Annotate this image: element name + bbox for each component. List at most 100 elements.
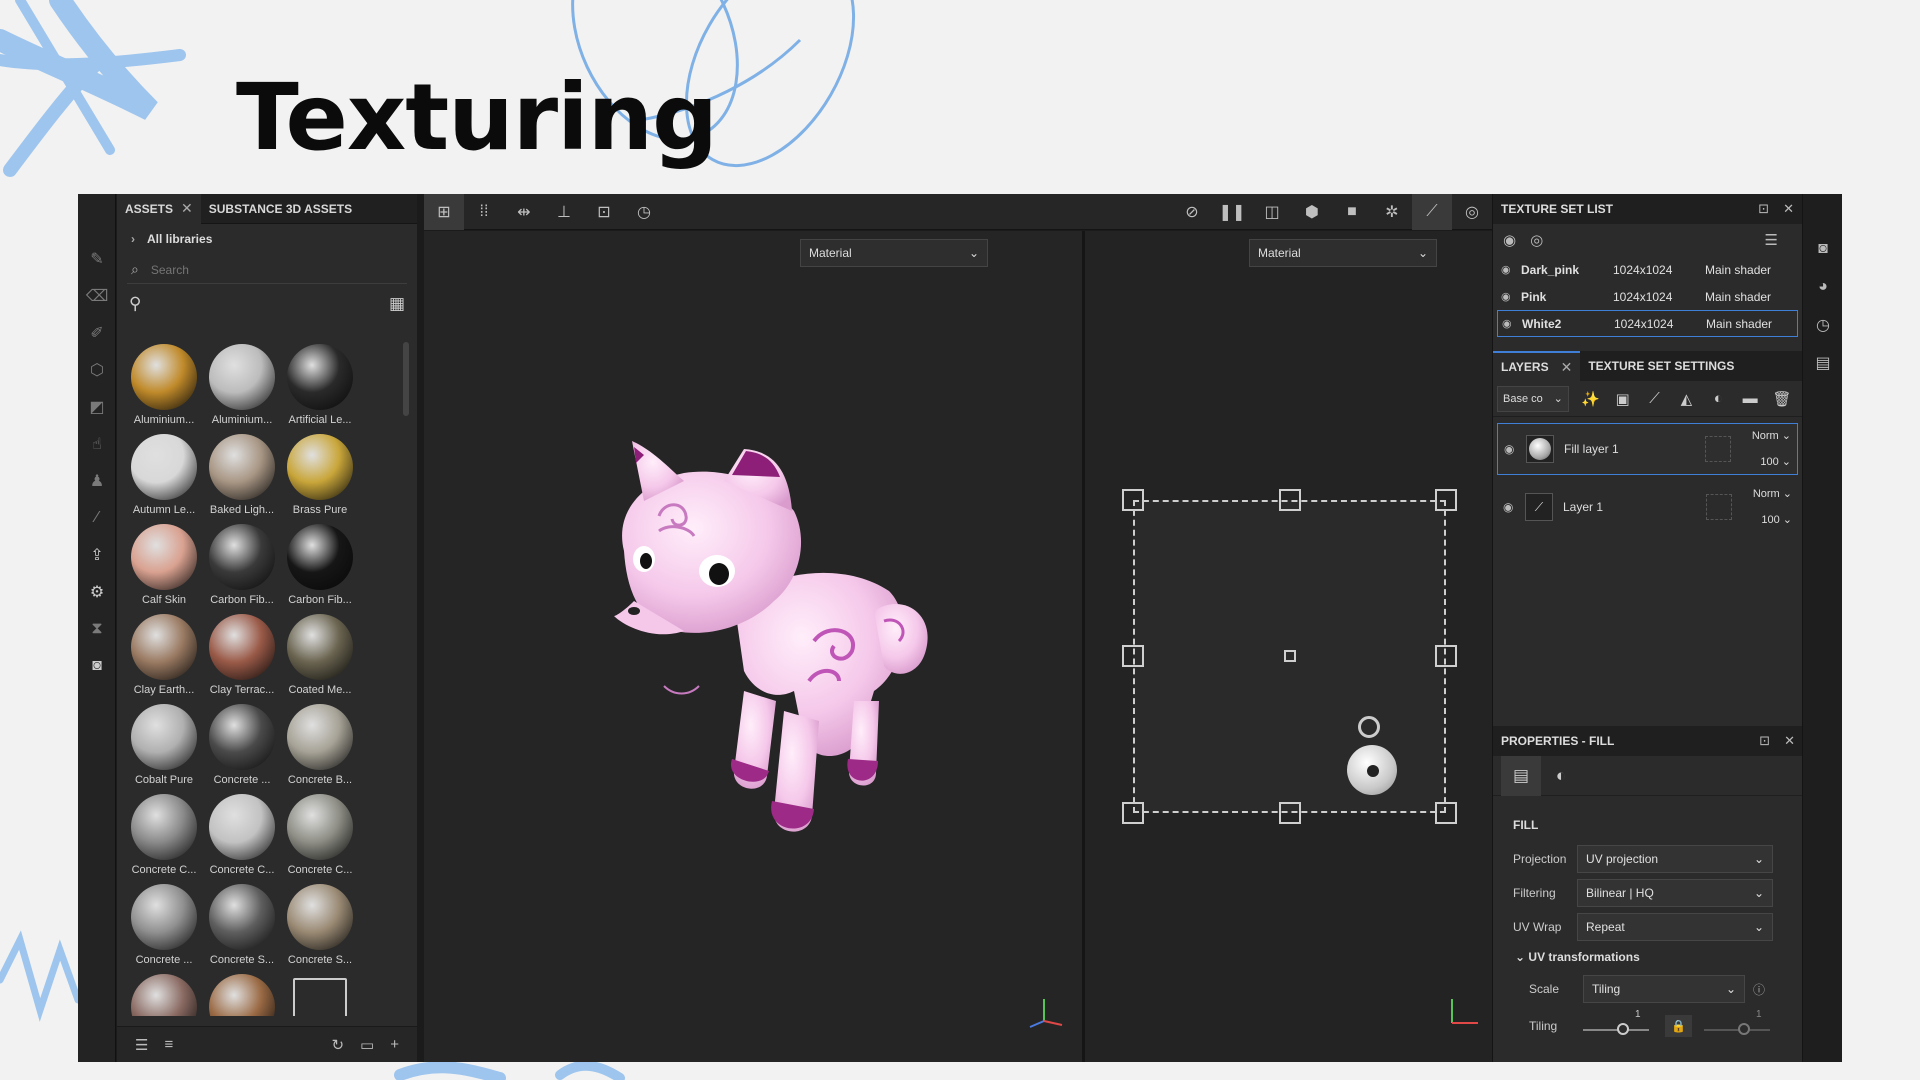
display-settings-icon[interactable]: ◙ (1803, 230, 1842, 268)
log-icon[interactable]: ▤ (1803, 344, 1842, 382)
material-thumbnail[interactable]: Calf Skin (125, 520, 203, 610)
geometry-mask-icon[interactable]: ⬡ (78, 351, 116, 388)
add-paint-layer-icon[interactable]: ⟋ (1639, 390, 1671, 407)
material-thumbnail[interactable]: Artificial Le... (281, 340, 359, 430)
material-thumbnail[interactable] (125, 970, 203, 1016)
light-icon[interactable]: ✲ (1372, 194, 1412, 230)
grid-toggle-icon[interactable]: ⊞ (424, 194, 464, 230)
clone-stamp-icon[interactable]: ♟ (78, 462, 116, 499)
grid-view-icon[interactable]: ▦ (389, 294, 405, 314)
layer-row[interactable]: ◉ ⟋ Layer 1 Norm ⌄ 100 ⌄ (1497, 481, 1798, 533)
close-icon[interactable]: ✕ (1783, 201, 1794, 217)
eye-icon[interactable]: ◉ (1501, 263, 1521, 276)
close-icon[interactable]: ✕ (181, 200, 193, 217)
tab-assets[interactable]: ASSETS ✕ (117, 194, 201, 224)
viewport-3d[interactable]: Material ⌄ (424, 231, 1082, 1062)
maximize-icon[interactable]: ⊡ (1758, 201, 1769, 217)
material-thumbnail[interactable]: Concrete C... (281, 790, 359, 880)
property-dropdown[interactable]: Bilinear | HQ ⌄ (1577, 879, 1773, 907)
search-input[interactable] (150, 262, 371, 277)
refresh-icon[interactable]: ↻ (331, 1036, 344, 1054)
transform-handle[interactable] (1122, 645, 1144, 667)
material-thumbnail[interactable]: Concrete C... (203, 790, 281, 880)
transform-center-handle[interactable] (1284, 650, 1296, 662)
tiling-slider-v[interactable]: 1 (1703, 1009, 1774, 1041)
opacity-select[interactable]: 100 ⌄ (1742, 507, 1792, 533)
material-thumbnail[interactable] (281, 970, 359, 1016)
transform-handle[interactable] (1279, 802, 1301, 824)
add-fill-layer-icon[interactable]: ◭ (1670, 390, 1702, 408)
close-icon[interactable]: ✕ (1784, 733, 1795, 749)
solo-visibility-icon[interactable]: ◉ (1503, 231, 1516, 249)
material-thumbnail[interactable]: Carbon Fib... (281, 520, 359, 610)
material-thumbnail[interactable]: Autumn Le... (125, 430, 203, 520)
history-icon[interactable]: ◷ (624, 194, 664, 230)
paint-brush-icon[interactable]: ✎ (78, 240, 116, 277)
filter-icon[interactable]: ⚲ (129, 294, 141, 314)
material-thumbnail[interactable]: Concrete ... (203, 700, 281, 790)
menu-icon[interactable]: ☰ (1765, 231, 1778, 249)
split-view-icon[interactable]: ◫ (1252, 194, 1292, 230)
material-thumbnail[interactable]: Concrete S... (203, 880, 281, 970)
delete-icon[interactable]: 🗑 (1766, 390, 1798, 408)
fill-properties-icon[interactable]: ▤ (1501, 755, 1541, 796)
align-icon[interactable]: ⊥ (544, 194, 584, 230)
new-folder-icon[interactable]: ▭ (360, 1036, 374, 1054)
scale-dropdown[interactable]: Tiling ⌄ (1583, 975, 1745, 1003)
maximize-icon[interactable]: ⊡ (1759, 733, 1770, 749)
channel-select[interactable]: Base co ⌄ (1497, 385, 1569, 412)
transform-handle[interactable] (1122, 802, 1144, 824)
blend-mode-select[interactable]: Norm ⌄ (1742, 481, 1792, 507)
transform-handle[interactable] (1122, 489, 1144, 511)
eraser-icon[interactable]: ⌫ (78, 277, 116, 314)
material-thumbnail[interactable]: Aluminium... (125, 340, 203, 430)
rotation-handle[interactable] (1358, 716, 1380, 738)
brush-mode-icon[interactable]: ⟋ (1412, 194, 1452, 230)
material-properties-icon[interactable]: ◐ (1541, 756, 1581, 796)
eye-icon[interactable]: ◉ (1503, 500, 1525, 514)
projection-icon[interactable]: ✐ (78, 314, 116, 351)
camera-icon[interactable]: ■ (1332, 194, 1372, 230)
transform-handle[interactable] (1435, 802, 1457, 824)
material-thumbnail[interactable]: Carbon Fib... (203, 520, 281, 610)
eye-icon[interactable]: ◉ (1504, 442, 1526, 456)
close-icon[interactable]: ✕ (1561, 359, 1573, 376)
eye-icon[interactable]: ◉ (1502, 317, 1522, 330)
viewport-2d[interactable]: Material ⌄ (1085, 231, 1492, 1062)
details-view-icon[interactable]: ≡ (164, 1036, 173, 1053)
tab-substance-3d-assets[interactable]: SUBSTANCE 3D ASSETS (201, 194, 360, 224)
material-thumbnail[interactable]: Concrete C... (125, 790, 203, 880)
material-thumbnail[interactable]: Clay Earth... (125, 610, 203, 700)
material-thumbnail[interactable]: Concrete ... (125, 880, 203, 970)
material-thumbnail[interactable]: Coated Me... (281, 610, 359, 700)
material-thumbnail[interactable] (203, 970, 281, 1016)
add-smart-material-icon[interactable]: ◐ (1702, 390, 1734, 407)
viewport-2d-mode-dropdown[interactable]: Material ⌄ (1249, 239, 1437, 267)
screenshot-icon[interactable]: ◎ (1452, 194, 1492, 230)
shader-settings-icon[interactable]: ◕ (1803, 268, 1842, 306)
add-folder-icon[interactable]: ▬ (1734, 390, 1766, 407)
texture-set-row[interactable]: ◉ White2 1024x1024 Main shader (1497, 310, 1798, 337)
export-icon[interactable]: ⇪ (78, 536, 116, 573)
symmetry-icon[interactable]: ⇹ (504, 194, 544, 230)
opacity-select[interactable]: 100 ⌄ (1741, 449, 1791, 475)
layer-mask-slot[interactable] (1705, 436, 1731, 462)
info-icon[interactable]: ⓘ (1753, 981, 1765, 998)
property-dropdown[interactable]: Repeat ⌄ (1577, 913, 1773, 941)
camera-bake-icon[interactable]: ◙ (78, 647, 116, 684)
tab-layers[interactable]: LAYERS ✕ (1493, 351, 1581, 381)
eye-icon[interactable]: ◉ (1501, 290, 1521, 303)
transform-handle[interactable] (1279, 489, 1301, 511)
material-thumbnail[interactable]: Concrete B... (281, 700, 359, 790)
blend-mode-select[interactable]: Norm ⌄ (1741, 423, 1791, 449)
add-effect-icon[interactable]: ✨ (1575, 390, 1607, 408)
tiling-slider-u[interactable]: 1 (1583, 1009, 1653, 1041)
fit-icon[interactable]: ⊡ (584, 194, 624, 230)
lock-icon[interactable]: 🔒 (1665, 1015, 1692, 1037)
smudge-icon[interactable]: ☝ (78, 425, 116, 462)
material-thumbnail[interactable]: Aluminium... (203, 340, 281, 430)
material-thumbnail[interactable]: Concrete S... (281, 880, 359, 970)
hide-icon[interactable]: ⊘ (1172, 194, 1212, 230)
add-mask-icon[interactable]: ▣ (1607, 390, 1639, 408)
tab-texture-set-settings[interactable]: TEXTURE SET SETTINGS (1580, 351, 1742, 381)
